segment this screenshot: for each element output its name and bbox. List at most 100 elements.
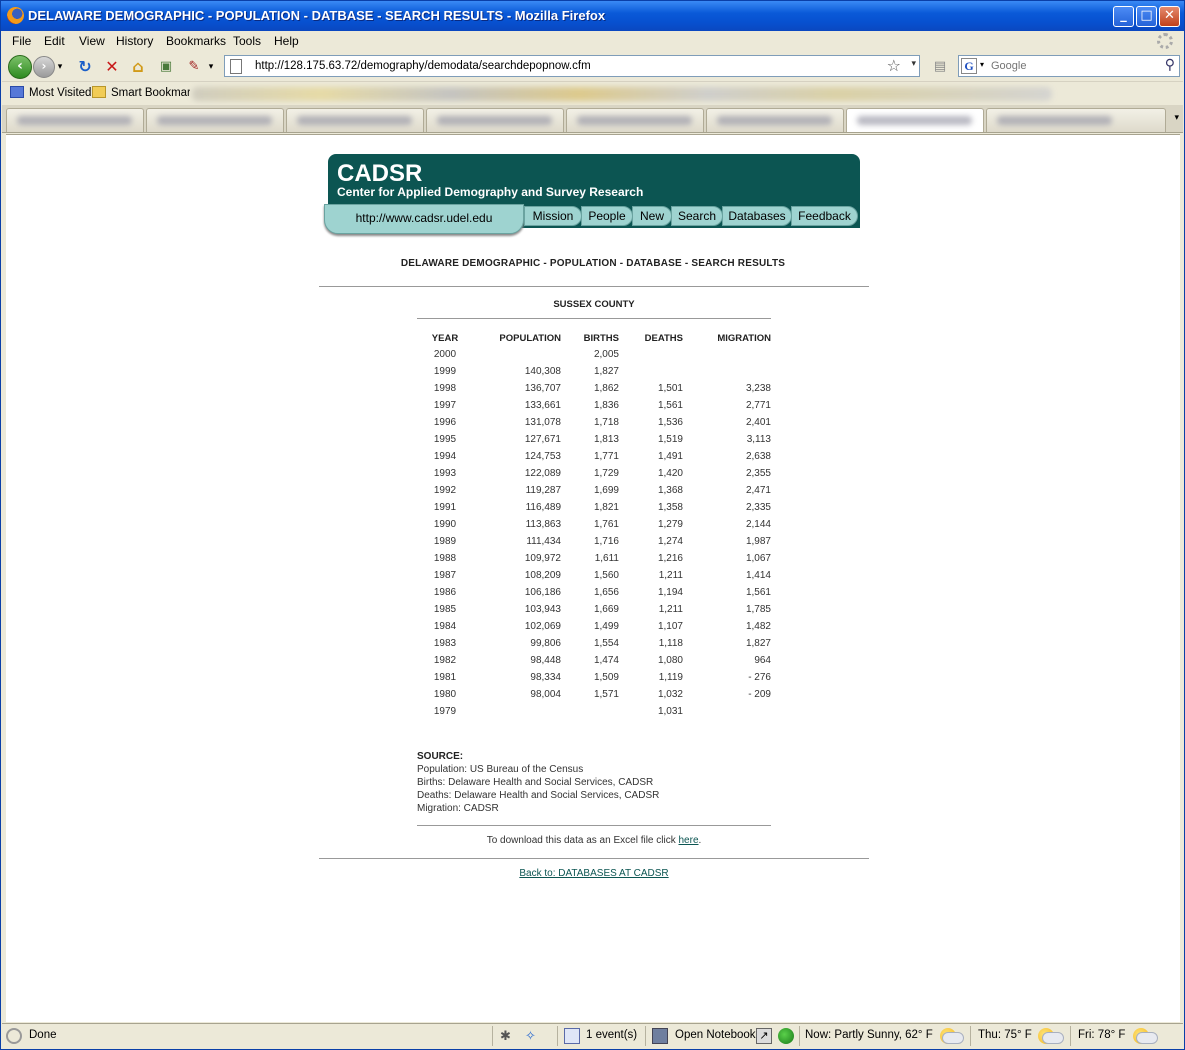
maximize-button[interactable]: □	[1136, 6, 1157, 27]
site-url-link[interactable]: http://www.cadsr.udel.edu	[324, 204, 524, 234]
table-row: 1994 124,753 1,771 1,491 2,638	[417, 448, 771, 465]
cell-year: 1987	[433, 570, 457, 581]
menu-tools[interactable]: Tools	[233, 34, 261, 48]
search-input[interactable]	[991, 58, 1156, 74]
url-text[interactable]: http://128.175.63.72/demography/demodata…	[255, 60, 591, 72]
cell-year: 1981	[433, 672, 457, 683]
close-button[interactable]: ✕	[1159, 6, 1180, 27]
menu-edit[interactable]: Edit	[44, 34, 65, 48]
bookmark-star-icon[interactable]: ☆	[887, 56, 901, 75]
cell-year: 1996	[433, 417, 457, 428]
sync-icon[interactable]: ✧	[525, 1028, 541, 1044]
search-box[interactable]: G ▾ ⚲	[958, 55, 1180, 77]
weather-fri[interactable]: Fri: 78° F	[1078, 1029, 1125, 1041]
menu-view[interactable]: View	[79, 34, 105, 48]
cell-births: 1,813	[593, 434, 619, 445]
feed-icon[interactable]: ▤	[928, 55, 952, 79]
cell-year: 1989	[433, 536, 457, 547]
bookmark-most-visited[interactable]: Most Visited	[10, 86, 91, 99]
nav-people[interactable]: People	[581, 206, 633, 226]
tab[interactable]	[146, 108, 284, 132]
status-green-icon[interactable]	[778, 1028, 794, 1044]
cell-births: 1,656	[593, 587, 619, 598]
tab[interactable]	[6, 108, 144, 132]
menu-bookmarks[interactable]: Bookmarks	[166, 34, 226, 48]
cell-migration: 3,238	[745, 383, 771, 394]
list-all-tabs-icon[interactable]: ▾	[1174, 113, 1179, 123]
cell-births: 1,862	[593, 383, 619, 394]
download-here-link[interactable]: here	[678, 835, 698, 846]
calendar-icon[interactable]	[564, 1028, 580, 1044]
download-end: .	[698, 835, 702, 846]
reload-icon[interactable]: ↻	[73, 55, 97, 79]
weather-now[interactable]: Now: Partly Sunny, 62° F	[805, 1029, 933, 1041]
back-link-container: Back to: DATABASES AT CADSR	[319, 868, 869, 879]
window-title: DELAWARE DEMOGRAPHIC - POPULATION - DATB…	[28, 8, 606, 23]
bookmark-smart-bookmarks[interactable]: Smart Bookmarks	[92, 86, 190, 99]
tab[interactable]	[566, 108, 704, 132]
open-notebook[interactable]: Open Notebook	[675, 1029, 756, 1041]
cell-population: 98,448	[530, 655, 561, 666]
header-year: YEAR	[431, 332, 459, 344]
engine-dropdown-icon[interactable]: ▾	[980, 60, 984, 69]
tab-active[interactable]	[846, 108, 984, 132]
search-icon[interactable]: ⚲	[1165, 57, 1175, 73]
cell-population: 111,434	[526, 536, 561, 547]
cell-deaths: 1,211	[658, 570, 683, 581]
nav-new[interactable]: New	[632, 206, 672, 226]
navigation-toolbar: ‹ › ▾ ↻ ✕ ⌂ ▣ ✎ ▾ http://128.175.63.72/d…	[2, 52, 1183, 82]
cell-year: 1998	[433, 383, 457, 394]
events-count[interactable]: 1 event(s)	[586, 1029, 637, 1041]
tab[interactable]	[706, 108, 844, 132]
cell-population: 103,943	[524, 604, 561, 615]
cell-migration: 1,827	[745, 638, 771, 649]
tab[interactable]	[286, 108, 424, 132]
cell-migration: - 209	[748, 689, 771, 700]
table-row: 1993 122,089 1,729 1,420 2,355	[417, 465, 771, 482]
cell-deaths: 1,032	[657, 689, 683, 700]
home-icon[interactable]: ⌂	[126, 55, 150, 79]
nav-feedback[interactable]: Feedback	[791, 206, 858, 226]
addon-icon[interactable]: ✎	[182, 55, 206, 79]
nav-mission[interactable]: Mission	[524, 206, 582, 226]
site-tagline: Center for Applied Demography and Survey…	[337, 185, 644, 199]
menu-file[interactable]: File	[12, 34, 31, 48]
nav-databases[interactable]: Databases	[722, 206, 792, 226]
back-button[interactable]: ‹	[8, 55, 32, 79]
menu-help[interactable]: Help	[274, 34, 299, 48]
addon-dropdown-icon[interactable]: ▾	[206, 55, 216, 79]
cell-population: 109,972	[524, 553, 561, 564]
tab[interactable]	[426, 108, 564, 132]
minimize-button[interactable]: _	[1113, 6, 1134, 27]
url-bar[interactable]: http://128.175.63.72/demography/demodata…	[224, 55, 920, 77]
back-to-databases-link[interactable]: Back to: DATABASES AT CADSR	[519, 868, 668, 879]
source-label: SOURCE:	[417, 751, 464, 762]
forward-button[interactable]: ›	[33, 56, 55, 78]
cell-population: 108,209	[524, 570, 561, 581]
cell-population: 116,489	[525, 502, 561, 513]
url-dropdown-icon[interactable]: ▾	[911, 59, 916, 69]
header-migration: MIGRATION	[717, 332, 771, 344]
history-dropdown-icon[interactable]: ▾	[55, 55, 65, 79]
nav-search[interactable]: Search	[671, 206, 723, 226]
menu-history[interactable]: History	[116, 34, 153, 48]
bug-icon[interactable]: ✱	[500, 1028, 516, 1044]
cell-migration: 3,113	[746, 434, 771, 445]
cell-migration: 2,638	[745, 451, 771, 462]
source-line: Births: Delaware Health and Social Servi…	[417, 777, 654, 788]
cell-migration	[683, 703, 771, 720]
notebook-icon[interactable]	[652, 1028, 668, 1044]
tab[interactable]	[986, 108, 1166, 132]
weather-thu[interactable]: Thu: 75° F	[978, 1029, 1032, 1041]
bookmarks-toolbar: Most Visited Smart Bookmarks	[2, 83, 1183, 104]
stop-icon[interactable]: ✕	[100, 55, 124, 79]
divider	[319, 858, 869, 859]
table-row: 1999 140,308 1,827	[417, 363, 771, 380]
google-engine-icon[interactable]: G	[961, 58, 977, 74]
header-deaths: DEATHS	[644, 332, 683, 344]
table-row: 1997 133,661 1,836 1,561 2,771	[417, 397, 771, 414]
print-icon[interactable]: ▣	[154, 55, 178, 79]
cell-population: 99,806	[530, 638, 561, 649]
arrows-icon[interactable]: ↗	[756, 1028, 772, 1044]
cell-births: 1,836	[593, 400, 619, 411]
